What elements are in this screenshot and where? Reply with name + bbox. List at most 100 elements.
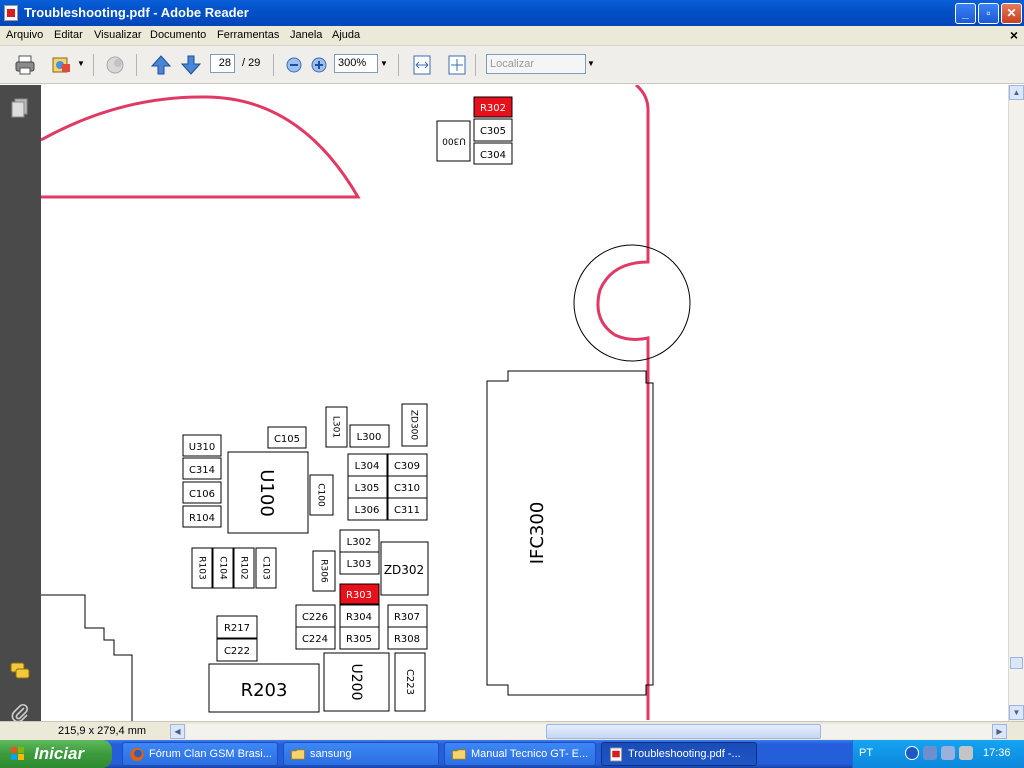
label-l301: L301 [331,416,341,438]
label-c304: C304 [480,150,506,161]
pdf-icon [4,5,18,21]
label-r306: R306 [319,559,329,583]
task-sansung[interactable]: sansung [283,742,439,766]
task-label: Manual Tecnico GT- E... [471,748,589,760]
label-r307: R307 [394,612,420,623]
label-r304: R304 [346,612,372,623]
label-c100: C100 [316,483,326,507]
folder-icon [290,749,306,760]
label-r203: R203 [241,680,288,701]
separator [475,54,476,76]
separator [273,54,274,76]
pcb-layout-drawing: R302 C305 C304 U300 IFC300 U310 C314 C10… [41,85,691,721]
label-l305: L305 [355,483,380,494]
page-number-input[interactable]: 28 [210,54,235,73]
hand-icon[interactable] [104,54,126,76]
separator [93,54,94,76]
label-r217: R217 [224,623,250,634]
label-l300: L300 [357,432,382,443]
volume-icon[interactable] [941,746,955,760]
label-c309: C309 [394,461,420,472]
label-u200: U200 [348,664,364,701]
edit-icon[interactable] [50,54,72,76]
label-r103: R103 [197,556,207,579]
horizontal-scroll-thumb[interactable] [546,724,821,739]
label-u310: U310 [189,442,215,453]
task-label: sansung [310,748,352,760]
tray-expand-icon[interactable] [905,746,919,760]
label-r104: R104 [189,513,215,524]
menu-editar[interactable]: Editar [54,29,83,41]
maximize-button[interactable]: ▫ [978,3,999,24]
label-r308: R308 [394,634,420,645]
network-icon[interactable] [923,746,937,760]
menu-documento[interactable]: Documento [150,29,206,41]
menu-arquivo[interactable]: Arquivo [6,29,43,41]
label-r102: R102 [239,556,249,579]
task-troubleshooting[interactable]: Troubleshooting.pdf -... [601,742,757,766]
start-label: Iniciar [34,744,85,763]
page-up-icon[interactable] [150,54,172,76]
pdf-icon [609,747,623,762]
scroll-right-icon[interactable]: ▶ [992,724,1007,739]
menu-visualizar[interactable]: Visualizar [94,29,142,41]
vertical-scrollbar[interactable]: ▲ ▼ [1008,85,1024,721]
pages-icon[interactable] [9,97,31,119]
title-bar: Troubleshooting.pdf - Adobe Reader _ ▫ ✕ [0,0,1024,26]
menu-janela[interactable]: Janela [290,29,322,41]
scroll-left-icon[interactable]: ◀ [170,724,185,739]
menu-ajuda[interactable]: Ajuda [332,29,360,41]
task-firefox[interactable]: Fórum Clan GSM Brasi... [122,742,278,766]
board-edge [596,85,650,720]
security-icon[interactable] [959,746,973,760]
label-c314: C314 [189,465,215,476]
status-bar: 215,9 x 279,4 mm ◀ ▶ [0,721,1024,740]
page-size-label: 215,9 x 279,4 mm [58,725,147,737]
task-manual[interactable]: Manual Tecnico GT- E... [444,742,596,766]
label-c222: C222 [224,646,250,657]
page-down-icon[interactable] [180,54,202,76]
search-input[interactable]: Localizar [486,54,586,74]
window-title: Troubleshooting.pdf - Adobe Reader [24,5,249,20]
zoom-dropdown-icon[interactable]: ▼ [378,54,390,73]
clock[interactable]: 17:36 [983,747,1011,759]
label-c224: C224 [302,634,328,645]
search-dropdown-icon[interactable]: ▼ [585,54,597,73]
task-label: Fórum Clan GSM Brasi... [149,748,272,760]
print-icon[interactable] [14,54,36,76]
zoom-in-icon[interactable] [308,54,330,76]
fit-page-icon[interactable] [446,54,468,76]
windows-logo-icon [11,747,24,760]
chevron-down-icon[interactable]: ▼ [75,54,87,73]
minimize-button[interactable]: _ [955,3,976,24]
label-zd300: ZD300 [409,410,419,441]
fit-width-icon[interactable] [411,54,433,76]
label-c223: C223 [404,669,415,695]
zoom-level-input[interactable]: 300% [334,54,378,73]
language-indicator[interactable]: PT [859,747,873,759]
menu-bar: Arquivo Editar Visualizar Documento Ferr… [0,26,1024,46]
scroll-up-icon[interactable]: ▲ [1009,85,1024,100]
comments-icon[interactable] [9,660,31,682]
label-ifc300: IFC300 [527,502,548,565]
board-cutout-outline [41,594,133,721]
document-view[interactable]: R302 C305 C304 U300 IFC300 U310 C314 C10… [41,85,1008,721]
label-c311: C311 [394,505,420,516]
scroll-thumb[interactable] [1010,657,1023,669]
navigation-panel [0,85,41,740]
start-button[interactable]: Iniciar [0,740,112,768]
toolbar: ▼ 28 / 29 300% ▼ Localizar ▼ [0,46,1024,84]
scroll-down-icon[interactable]: ▼ [1009,705,1024,720]
zoom-out-icon[interactable] [283,54,305,76]
label-c310: C310 [394,483,420,494]
label-l306: L306 [355,505,380,516]
task-label: Troubleshooting.pdf -... [628,748,741,760]
close-button[interactable]: ✕ [1001,3,1022,24]
label-l303: L303 [347,559,372,570]
label-r305: R305 [346,634,372,645]
menu-ferramentas[interactable]: Ferramentas [217,29,279,41]
folder-icon [451,749,467,760]
label-c226: C226 [302,612,328,623]
close-document-button[interactable]: × [1010,27,1018,43]
label-c103: C103 [261,556,271,579]
